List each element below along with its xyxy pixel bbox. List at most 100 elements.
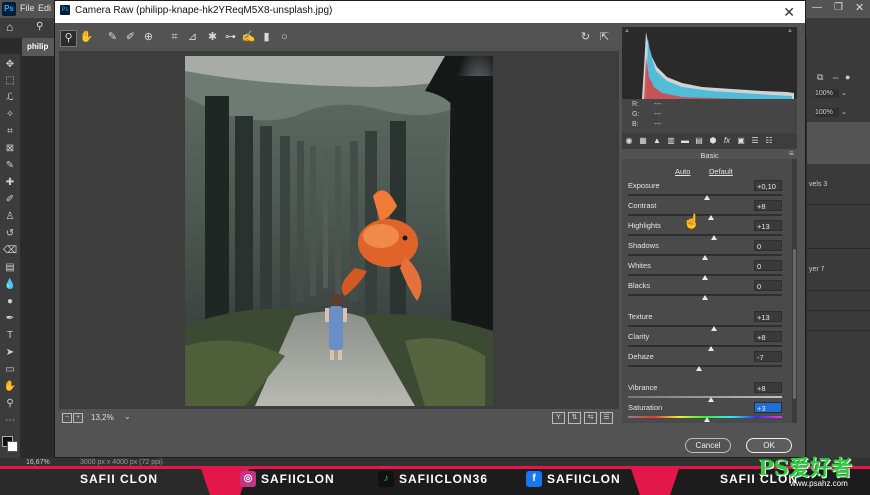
healing-brush-icon[interactable]: ✚: [3, 176, 17, 190]
slider-value-whites[interactable]: 0: [754, 260, 782, 271]
opacity-dropdown-icon[interactable]: ⌄: [841, 89, 847, 97]
menu-edit[interactable]: Edi: [38, 3, 51, 13]
slider-thumb-exposure[interactable]: [703, 195, 710, 200]
settings-sliders-icon[interactable]: ☰: [600, 412, 613, 424]
slider-track-dehaze[interactable]: [628, 365, 782, 367]
slider-value-exposure[interactable]: +0,10: [754, 180, 782, 191]
slider-track-highlights[interactable]: [628, 234, 782, 236]
link-layers-icon[interactable]: ⇔: [831, 72, 840, 82]
slider-thumb-vibrance[interactable]: [708, 397, 715, 402]
slider-track-vibrance[interactable]: [628, 396, 782, 398]
ok-button[interactable]: OK: [746, 438, 792, 453]
radial-filter-icon[interactable]: ○: [277, 30, 292, 45]
panel-menu-icon[interactable]: ≡: [789, 149, 794, 158]
close-icon[interactable]: ✕: [855, 1, 864, 14]
stamp-tool-icon[interactable]: ♙: [3, 210, 17, 224]
slider-track-contrast[interactable]: [628, 214, 782, 216]
fill-dropdown-icon[interactable]: ⌄: [841, 108, 847, 116]
tab-lens-icon[interactable]: ▤: [694, 135, 704, 146]
slider-thumb-whites[interactable]: [702, 275, 708, 280]
slider-value-clarity[interactable]: +8: [754, 331, 782, 342]
slider-value-vibrance[interactable]: +8: [754, 382, 782, 393]
tab-effects-icon[interactable]: fx: [722, 135, 732, 146]
zoom-out-icon[interactable]: −: [62, 413, 72, 423]
document-tab[interactable]: philip: [22, 38, 57, 56]
frame-tool-icon[interactable]: ⊠: [3, 142, 17, 156]
image-preview-area[interactable]: [59, 51, 619, 409]
slider-value-dehaze[interactable]: -7: [754, 351, 782, 362]
slider-value-saturation[interactable]: +3: [754, 402, 782, 413]
slider-value-blacks[interactable]: 0: [754, 280, 782, 291]
magic-wand-icon[interactable]: ✧: [3, 108, 17, 122]
eyedropper-icon[interactable]: ✎: [3, 159, 17, 173]
shape-tool-icon[interactable]: ▭: [3, 363, 17, 377]
slider-thumb-highlights[interactable]: [711, 235, 718, 240]
facebook-icon[interactable]: f: [526, 471, 542, 487]
tiktok-handle[interactable]: SAFIICLON36: [399, 472, 488, 486]
instagram-icon[interactable]: ◎: [240, 471, 256, 487]
crop-tool-icon[interactable]: ⌗: [167, 30, 182, 45]
slider-track-texture[interactable]: [628, 325, 782, 327]
slider-value-highlights[interactable]: +13: [754, 220, 782, 231]
rotate-icon[interactable]: ↻: [578, 30, 593, 45]
tab-split-toning-icon[interactable]: ▬: [680, 135, 690, 146]
zoom-tool-icon[interactable]: ⚲: [60, 30, 77, 47]
slider-thumb-shadows[interactable]: [702, 255, 708, 260]
zoom-dropdown-icon[interactable]: ⌄: [124, 412, 131, 421]
home-icon[interactable]: ⌂: [6, 20, 13, 34]
tab-snapshots-icon[interactable]: ☷: [764, 135, 774, 146]
highlight-clip-warning-icon[interactable]: ▲: [787, 28, 793, 34]
gradient-tool-icon[interactable]: ▤: [3, 261, 17, 275]
layer-mode-icon[interactable]: ⧉: [817, 72, 823, 83]
background-color-swatch[interactable]: [7, 441, 18, 452]
instagram-handle[interactable]: SAFIICLON: [261, 472, 335, 486]
tab-presets-icon[interactable]: ☰: [750, 135, 760, 146]
move-tool-icon[interactable]: ✥: [3, 58, 17, 72]
slider-thumb-clarity[interactable]: [708, 346, 715, 351]
slider-thumb-contrast[interactable]: [708, 215, 715, 220]
crop-tool-icon[interactable]: ⌗: [3, 125, 17, 139]
lock-icon[interactable]: ●: [845, 72, 850, 82]
slider-thumb-dehaze[interactable]: [695, 366, 702, 371]
auto-link[interactable]: Auto: [675, 167, 690, 176]
history-brush-icon[interactable]: ↺: [3, 227, 17, 241]
before-after-y-icon[interactable]: Y: [552, 412, 565, 424]
path-select-icon[interactable]: ➤: [3, 346, 17, 360]
tab-calibration-icon[interactable]: ▣: [736, 135, 746, 146]
slider-thumb-saturation[interactable]: [703, 417, 710, 422]
eraser-tool-icon[interactable]: ⌫: [3, 244, 17, 258]
minimize-icon[interactable]: —: [812, 2, 822, 13]
default-link[interactable]: Default: [709, 167, 733, 176]
layer-name-levels[interactable]: vels 3: [809, 181, 827, 188]
layer-name-layer7[interactable]: yer 7: [809, 266, 825, 273]
zoom-in-icon[interactable]: +: [73, 413, 83, 423]
tab-detail-icon[interactable]: ▲: [652, 135, 662, 146]
cancel-button[interactable]: Cancel: [685, 438, 731, 453]
more-tools-icon[interactable]: ⋯: [3, 414, 17, 428]
scrollbar-thumb[interactable]: [793, 249, 796, 399]
dodge-tool-icon[interactable]: ●: [3, 295, 17, 309]
slider-value-shadows[interactable]: 0: [754, 240, 782, 251]
slider-thumb-blacks[interactable]: [702, 295, 708, 300]
blur-tool-icon[interactable]: 💧: [3, 278, 17, 292]
swap-settings-icon[interactable]: ⇅: [568, 412, 581, 424]
brush-tool-icon[interactable]: ✐: [3, 193, 17, 207]
facebook-handle[interactable]: SAFIICLON: [547, 472, 621, 486]
tab-basic-icon[interactable]: ◉: [624, 135, 634, 146]
opacity-field[interactable]: 100%: [815, 89, 839, 98]
settings-scrollbar[interactable]: [792, 159, 797, 423]
tab-hsl-icon[interactable]: ▥: [666, 135, 676, 146]
type-tool-icon[interactable]: T: [3, 329, 17, 343]
zoom-tool-icon[interactable]: ⚲: [3, 397, 17, 411]
shadow-clip-warning-icon[interactable]: ▲: [624, 28, 630, 34]
slider-track-clarity[interactable]: [628, 345, 782, 347]
tiktok-icon[interactable]: ♪: [378, 471, 394, 487]
menu-file[interactable]: File: [20, 3, 35, 13]
copy-settings-icon[interactable]: ⇆: [584, 412, 597, 424]
maximize-icon[interactable]: ❐: [834, 2, 843, 13]
slider-value-texture[interactable]: +13: [754, 311, 782, 322]
red-eye-icon[interactable]: ⊶: [223, 30, 238, 45]
zoom-level[interactable]: 13,2%: [91, 413, 114, 422]
lasso-tool-icon[interactable]: ℒ: [3, 91, 17, 105]
tab-tone-curve-icon[interactable]: ▦: [638, 135, 648, 146]
